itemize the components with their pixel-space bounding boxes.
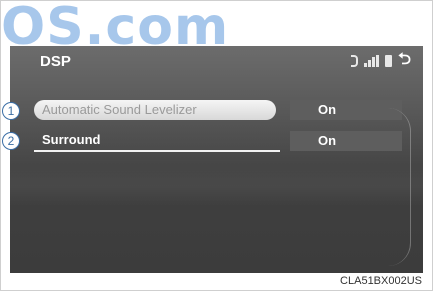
scroll-indicator xyxy=(388,108,411,266)
bluetooth-icon xyxy=(351,55,359,67)
battery-icon xyxy=(385,55,393,67)
setting-row-surround[interactable]: Surround On xyxy=(34,130,402,152)
status-bar: ⮌ xyxy=(351,52,411,68)
page-title: DSP xyxy=(40,53,71,70)
figure-frame: OS.com DSP ⮌ Automatic Sound Levelizer O… xyxy=(0,0,433,291)
setting-row-automatic-sound-levelizer[interactable]: Automatic Sound Levelizer On xyxy=(34,100,402,120)
figure-caption: CLA51BX002US xyxy=(340,275,422,287)
setting-label[interactable]: Automatic Sound Levelizer xyxy=(34,100,276,120)
setting-label[interactable]: Surround xyxy=(34,130,280,152)
screen-reflection xyxy=(10,166,423,206)
setting-value[interactable]: On xyxy=(290,131,402,151)
dsp-screen: DSP ⮌ Automatic Sound Levelizer On Surro… xyxy=(10,46,423,273)
setting-value[interactable]: On xyxy=(290,100,402,120)
callout-2: 2 xyxy=(2,132,20,150)
back-icon[interactable]: ⮌ xyxy=(398,52,411,68)
signal-icon xyxy=(364,55,380,67)
callout-1: 1 xyxy=(2,102,20,120)
